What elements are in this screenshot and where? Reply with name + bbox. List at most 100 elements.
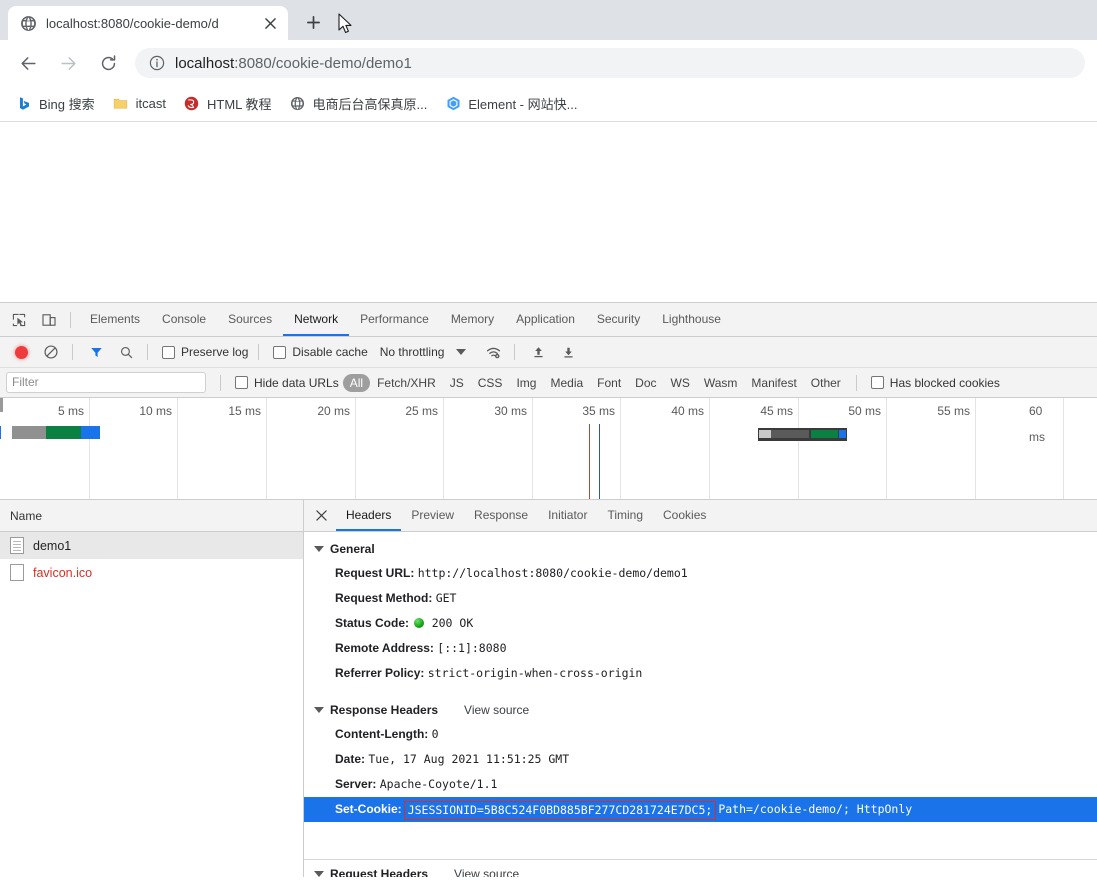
section-request-headers[interactable]: Request Headers View source (304, 867, 1097, 877)
network-overview-timeline[interactable]: 5 ms 10 ms 15 ms 20 ms 25 ms 30 ms 35 ms… (0, 398, 1097, 500)
clear-icon[interactable] (37, 339, 65, 365)
bookmark-itcast[interactable]: itcast (105, 92, 174, 116)
overview-tick: 25 ms (405, 404, 438, 418)
filter-input[interactable]: Filter (6, 372, 206, 393)
filter-type-wasm[interactable]: Wasm (697, 374, 745, 392)
filter-type-all[interactable]: All (342, 373, 371, 392)
globe-icon (290, 96, 306, 112)
devtools-tab-network[interactable]: Network (283, 303, 350, 336)
close-icon[interactable] (310, 505, 332, 527)
filter-type-img[interactable]: Img (509, 374, 543, 392)
search-icon[interactable] (112, 339, 140, 365)
header-name: Server: (335, 777, 377, 791)
header-value: strict-origin-when-cross-origin (427, 666, 643, 680)
throttling-select[interactable]: No throttling (380, 345, 445, 359)
devtools-tab-security[interactable]: Security (586, 303, 651, 336)
devtools-tab-memory[interactable]: Memory (440, 303, 505, 336)
filter-type-doc[interactable]: Doc (628, 374, 663, 392)
header-name: Request URL: (335, 566, 415, 580)
devtools-tab-sources[interactable]: Sources (217, 303, 283, 336)
header-row-request-url: Request URL: http://localhost:8080/cooki… (304, 561, 1097, 586)
checkbox-box (235, 376, 248, 389)
browser-tab[interactable]: localhost:8080/cookie-demo/d (8, 6, 288, 40)
address-bar-url: localhost:8080/cookie-demo/demo1 (175, 55, 412, 72)
chevron-down-icon[interactable] (456, 349, 467, 355)
devtools-tab-lighthouse[interactable]: Lighthouse (651, 303, 732, 336)
device-toolbar-icon[interactable] (35, 307, 63, 333)
import-har-icon[interactable] (524, 339, 552, 365)
filter-funnel-icon[interactable] (82, 339, 110, 365)
overview-tick: 60 ms (1029, 404, 1045, 444)
toolbar-divider (72, 344, 73, 360)
filter-type-fetch-xhr[interactable]: Fetch/XHR (370, 374, 443, 392)
record-button-icon[interactable] (7, 339, 35, 365)
tab-timing[interactable]: Timing (597, 500, 653, 531)
tab-initiator[interactable]: Initiator (538, 500, 597, 531)
filter-type-js[interactable]: JS (443, 374, 471, 392)
browser-tab-strip-area: localhost:8080/cookie-demo/d (0, 0, 1097, 40)
bookmark-label: HTML 教程 (206, 97, 272, 112)
tab-preview[interactable]: Preview (401, 500, 464, 531)
caret-down-icon[interactable] (314, 546, 324, 552)
filter-type-other[interactable]: Other (804, 374, 848, 392)
overview-request-bar (758, 428, 847, 441)
close-icon[interactable] (260, 13, 280, 33)
tab-headers[interactable]: Headers (336, 500, 402, 531)
headers-detail-body: General Request URL: http://localhost:80… (304, 532, 1097, 877)
view-source-link[interactable]: View source (464, 703, 529, 717)
section-title: Request Headers (330, 867, 429, 877)
disable-cache-checkbox[interactable]: Disable cache (273, 345, 368, 359)
hide-data-urls-checkbox[interactable]: Hide data URLs (235, 376, 339, 390)
caret-down-icon[interactable] (314, 871, 324, 877)
view-source-link[interactable]: View source (454, 867, 519, 877)
devtools-tab-console[interactable]: Console (151, 303, 217, 336)
overview-tick: 15 ms (228, 404, 261, 418)
new-tab-button[interactable] (298, 7, 328, 37)
toolbar-divider (70, 311, 71, 328)
bookmark-element[interactable]: Element - 网站快... (437, 90, 585, 117)
caret-down-icon[interactable] (314, 707, 324, 713)
has-blocked-cookies-checkbox[interactable]: Has blocked cookies (870, 376, 1000, 390)
request-detail-pane: Headers Preview Response Initiator Timin… (304, 500, 1097, 877)
reload-icon[interactable] (91, 46, 125, 80)
disable-cache-label: Disable cache (292, 345, 368, 359)
checkbox-box (870, 376, 884, 389)
section-general[interactable]: General (304, 537, 1097, 561)
bookmark-bing[interactable]: Bing 搜索 (8, 90, 103, 117)
jsessionid-highlight: JSESSIONID=5B8C524F0BD885BF277CD281724E7… (403, 801, 717, 820)
devtools-tab-performance[interactable]: Performance (349, 303, 440, 336)
overview-tick: 55 ms (937, 404, 970, 418)
header-row-request-method: Request Method: GET (304, 586, 1097, 611)
bookmark-ecommerce-prototype[interactable]: 电商后台高保真原... (282, 90, 436, 117)
filter-type-ws[interactable]: WS (664, 374, 697, 392)
toolbar-divider (514, 344, 516, 360)
devtools-tab-application[interactable]: Application (505, 303, 586, 336)
network-conditions-icon[interactable] (479, 339, 507, 365)
filter-type-font[interactable]: Font (590, 374, 628, 392)
back-arrow-icon[interactable] (11, 46, 45, 80)
header-value-rest: Path=/cookie-demo/; HttpOnly (718, 802, 913, 816)
forward-arrow-icon[interactable] (51, 46, 85, 80)
table-row[interactable]: favicon.ico (0, 559, 303, 586)
tab-cookies[interactable]: Cookies (653, 500, 716, 531)
filter-type-css[interactable]: CSS (471, 374, 510, 392)
filter-type-manifest[interactable]: Manifest (744, 374, 803, 392)
filter-type-media[interactable]: Media (543, 374, 590, 392)
bookmark-html-tutorial[interactable]: HTML 教程 (176, 90, 280, 117)
address-bar[interactable]: localhost:8080/cookie-demo/demo1 (135, 48, 1085, 78)
devtools-tab-elements[interactable]: Elements (79, 303, 151, 336)
section-response-headers[interactable]: Response Headers View source (304, 698, 1097, 722)
section-title: Response Headers (330, 703, 439, 717)
inspect-element-icon[interactable] (5, 307, 33, 333)
tab-response[interactable]: Response (464, 500, 538, 531)
header-row-set-cookie[interactable]: Set-Cookie: JSESSIONID=5B8C524F0BD885BF27… (304, 797, 1097, 822)
header-value: Tue, 17 Aug 2021 11:51:25 GMT (368, 752, 570, 766)
header-value: [::1]:8080 (437, 641, 507, 655)
table-row[interactable]: demo1 (0, 532, 303, 559)
preserve-log-checkbox[interactable]: Preserve log (162, 345, 248, 359)
request-list-column-header[interactable]: Name (0, 500, 303, 532)
network-filter-bar: Filter Hide data URLs All Fetch/XHR JS C… (0, 368, 1097, 398)
info-circle-icon[interactable] (149, 55, 165, 71)
export-har-icon[interactable] (554, 339, 582, 365)
header-row-server: Server: Apache-Coyote/1.1 (304, 772, 1097, 797)
